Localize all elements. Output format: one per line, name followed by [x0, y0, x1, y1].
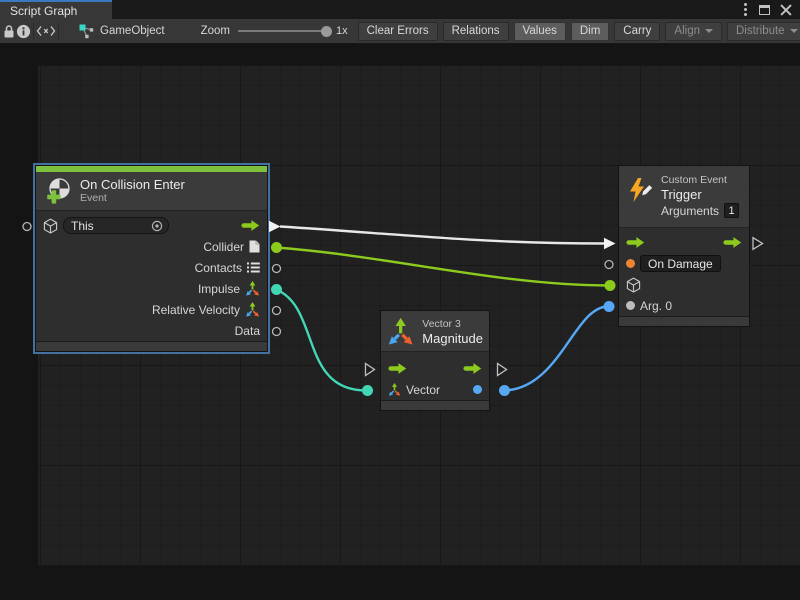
gameobject-context-button[interactable]: GameObject: [79, 24, 165, 39]
menu-kebab-icon[interactable]: [742, 1, 749, 18]
dim-toggle[interactable]: Dim: [571, 22, 609, 41]
values-toggle[interactable]: Values: [514, 22, 566, 41]
node-type-label: Vector 3: [422, 317, 483, 331]
input-row-arg0: Arg. 0: [619, 295, 749, 316]
script-graph-window: Script Graph GameObject Zoom 1x Cl: [0, 0, 800, 600]
node-body: This Collider Contacts Impulse: [36, 211, 267, 341]
node-trigger-custom-event[interactable]: Custom Event Trigger Arguments 1: [618, 165, 750, 327]
graph-canvas[interactable]: On Collision Enter Event This Collider: [0, 44, 800, 600]
arguments-label: Arguments: [661, 204, 719, 218]
target-value: This: [71, 219, 147, 233]
node-body: Vector: [381, 352, 489, 400]
toolbar-separator: [33, 23, 34, 40]
node-header: On Collision Enter Event: [36, 172, 267, 211]
lock-icon: [2, 24, 16, 39]
window-controls: [742, 0, 800, 19]
node-vector3-magnitude[interactable]: Vector 3 Magnitude Vector: [380, 310, 490, 411]
code-view-button[interactable]: [36, 21, 56, 42]
node-title: Trigger: [661, 187, 739, 202]
distribute-dropdown[interactable]: Distribute: [727, 22, 800, 41]
custom-event-icon: [627, 177, 653, 203]
tab-bar: Script Graph: [0, 0, 800, 19]
cube-icon: [43, 218, 58, 234]
code-icon: [36, 25, 56, 37]
flow-out-arrow-icon: [241, 220, 260, 231]
input-row-vector: Vector: [381, 379, 489, 400]
node-header: Vector 3 Magnitude: [381, 311, 489, 352]
cube-icon: [626, 277, 641, 293]
string-input-dot-icon: [626, 259, 635, 268]
port-label: Relative Velocity: [152, 303, 240, 317]
maximize-icon[interactable]: [759, 5, 770, 15]
object-picker-icon[interactable]: [151, 220, 163, 232]
node-on-collision-enter[interactable]: On Collision Enter Event This Collider: [35, 165, 268, 352]
zoom-slider-handle[interactable]: [321, 26, 332, 37]
vector3-icon: [245, 302, 260, 317]
target-field[interactable]: This: [63, 217, 169, 234]
output-row-data: Data: [36, 320, 267, 341]
output-row-collider: Collider: [36, 236, 267, 257]
output-row-relative-velocity: Relative Velocity: [36, 299, 267, 320]
vector3-icon: [387, 317, 414, 346]
event-name-value: On Damage: [648, 257, 713, 271]
flow-out-arrow-icon: [463, 363, 482, 374]
port-label: Arg. 0: [640, 299, 672, 313]
generic-input-dot-icon: [626, 301, 635, 310]
chevron-down-icon: [705, 29, 713, 33]
node-type-label: Custom Event: [661, 173, 739, 187]
gameobject-icon: [79, 24, 94, 39]
output-row-contacts: Contacts: [36, 257, 267, 278]
port-label: Data: [235, 324, 260, 338]
port-label: Impulse: [198, 282, 240, 296]
node-footer: [381, 400, 489, 410]
toolbar-separator: [58, 23, 59, 40]
tab-script-graph[interactable]: Script Graph: [0, 0, 112, 19]
lock-button[interactable]: [2, 21, 16, 42]
flow-in-arrow-icon: [388, 363, 407, 374]
flow-out-arrow-icon: [723, 237, 742, 248]
node-header: Custom Event Trigger Arguments 1: [619, 166, 749, 228]
document-icon: [249, 240, 260, 253]
zoom-slider[interactable]: [238, 30, 330, 32]
carry-button[interactable]: Carry: [614, 22, 660, 41]
info-icon: [16, 24, 31, 39]
port-label: Collider: [203, 240, 244, 254]
graph-toolbar: GameObject Zoom 1x Clear Errors Relation…: [0, 19, 800, 44]
flow-row: [619, 232, 749, 253]
align-dropdown[interactable]: Align: [665, 22, 722, 41]
zoom-value: 1x: [336, 25, 348, 37]
node-body: On Damage Arg. 0: [619, 228, 749, 316]
target-row: This: [36, 215, 267, 236]
arguments-count-field[interactable]: 1: [724, 203, 739, 218]
clear-errors-button[interactable]: Clear Errors: [358, 22, 438, 41]
port-target-input[interactable]: [23, 223, 31, 231]
collision-event-icon: [44, 177, 72, 205]
input-row-event-name: On Damage: [619, 253, 749, 274]
tab-title: Script Graph: [10, 4, 77, 18]
info-button[interactable]: [16, 21, 31, 42]
port-label: Vector: [406, 383, 440, 397]
list-icon: [247, 262, 260, 273]
port-label: Contacts: [195, 261, 242, 275]
input-row-target: [619, 274, 749, 295]
flow-in-arrow-icon: [626, 237, 645, 248]
float-output-dot-icon: [473, 385, 482, 394]
gameobject-label: GameObject: [100, 25, 165, 37]
node-subtitle: Event: [80, 192, 185, 205]
node-footer: [619, 316, 749, 326]
toolbar-buttons: Clear Errors Relations Values Dim Carry …: [358, 22, 800, 41]
event-name-field[interactable]: On Damage: [640, 255, 721, 272]
close-icon[interactable]: [780, 4, 792, 16]
vector3-icon: [245, 281, 260, 296]
chevron-down-icon: [790, 29, 798, 33]
node-footer: [36, 341, 267, 351]
zoom-label: Zoom: [201, 25, 230, 37]
vector3-icon: [388, 383, 401, 396]
node-title: Magnitude: [422, 331, 483, 346]
relations-button[interactable]: Relations: [443, 22, 509, 41]
node-title: On Collision Enter: [80, 177, 185, 192]
flow-row: [381, 358, 489, 379]
output-row-impulse: Impulse: [36, 278, 267, 299]
